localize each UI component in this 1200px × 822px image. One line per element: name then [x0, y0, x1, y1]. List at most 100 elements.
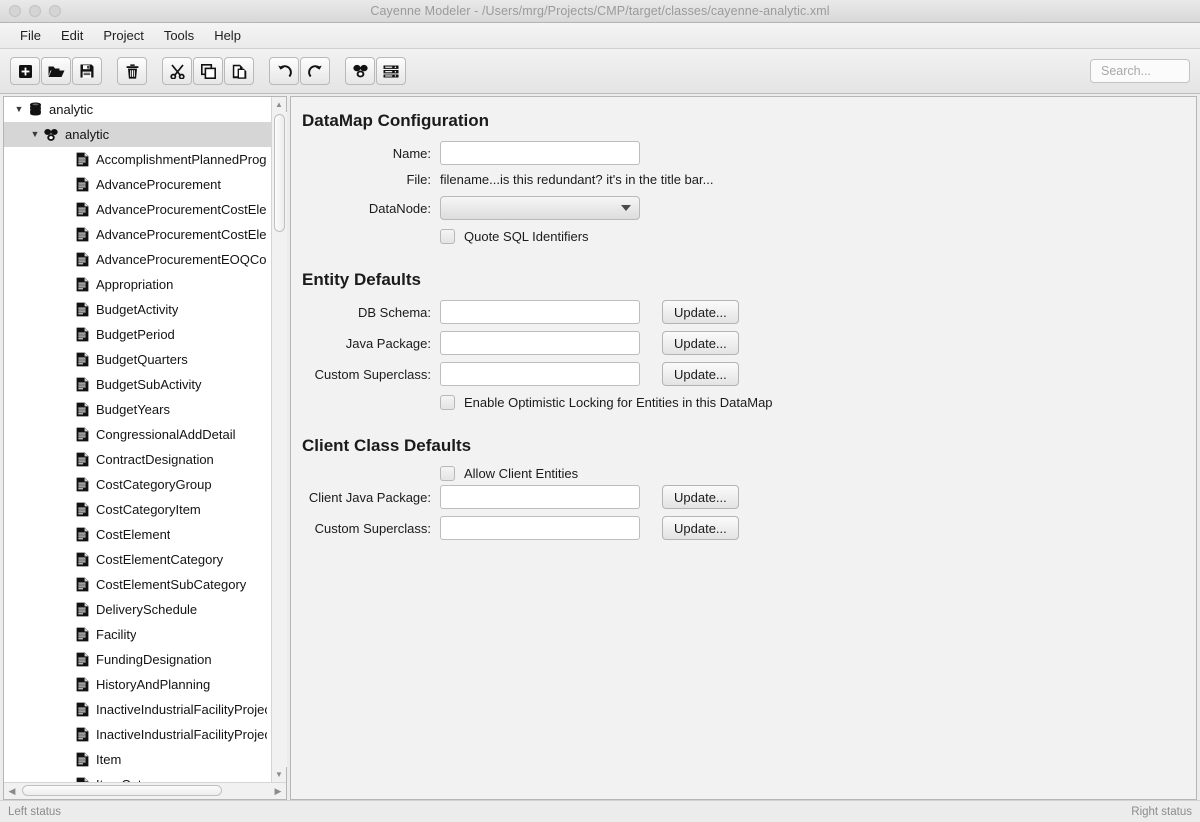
db-schema-field[interactable]	[440, 300, 640, 324]
search-input[interactable]	[1099, 63, 1181, 79]
java-package-update-button[interactable]: Update...	[662, 331, 739, 355]
menu-edit[interactable]: Edit	[51, 26, 93, 45]
cut-button[interactable]	[162, 57, 192, 85]
tree-node-label: FundingDesignation	[96, 652, 212, 667]
tree-node[interactable]: Item	[4, 747, 271, 772]
tree-node[interactable]: BudgetActivity	[4, 297, 271, 322]
open-button[interactable]	[41, 57, 71, 85]
tree-node[interactable]: ▼ analytic	[4, 122, 271, 147]
entity-defaults-title: Entity Defaults	[302, 270, 422, 289]
tree-node[interactable]: ContractDesignation	[4, 447, 271, 472]
tree-node[interactable]: AdvanceProcurementCostElementDetail	[4, 222, 271, 247]
tree-node[interactable]: CostElementCategory	[4, 547, 271, 572]
quote-sql-checkbox[interactable]	[440, 229, 455, 244]
redo-button[interactable]	[300, 57, 330, 85]
save-button[interactable]	[72, 57, 102, 85]
tree-node[interactable]: DeliverySchedule	[4, 597, 271, 622]
tree-node[interactable]: ItemCategory	[4, 772, 271, 782]
entity-icon	[73, 352, 91, 367]
tree-node[interactable]: CongressionalAddDetail	[4, 422, 271, 447]
custom-superclass-update-button[interactable]: Update...	[662, 362, 739, 386]
scroll-down-arrow-icon[interactable]: ▼	[272, 767, 287, 782]
copy-icon	[200, 63, 216, 79]
tree-node[interactable]: AdvanceProcurementEOQCost	[4, 247, 271, 272]
db-schema-update-button[interactable]: Update...	[662, 300, 739, 324]
paste-button[interactable]	[224, 57, 254, 85]
datanode-select[interactable]	[440, 196, 640, 220]
expand-collapse-toggle-icon[interactable]: ▼	[28, 130, 42, 139]
db-schema-input[interactable]	[441, 301, 639, 323]
tree-node[interactable]: ▼ analytic	[4, 97, 271, 122]
maximize-window-button[interactable]	[49, 5, 61, 17]
java-package-input[interactable]	[441, 332, 639, 354]
quote-sql-row[interactable]: Quote SQL Identifiers	[291, 229, 1196, 244]
tree-node[interactable]: BudgetYears	[4, 397, 271, 422]
menu-bar: File Edit Project Tools Help	[0, 23, 1200, 49]
copy-button[interactable]	[193, 57, 223, 85]
optimistic-locking-row[interactable]: Enable Optimistic Locking for Entities i…	[291, 395, 1196, 410]
new-button[interactable]	[10, 57, 40, 85]
tree-node[interactable]: InactiveIndustrialFacilityProjectDetail	[4, 722, 271, 747]
datamap-name-input[interactable]	[441, 142, 639, 164]
menu-tools[interactable]: Tools	[154, 26, 204, 45]
custom-superclass-field[interactable]	[440, 362, 640, 386]
scroll-up-arrow-icon[interactable]: ▲	[272, 97, 287, 112]
search-box[interactable]	[1090, 59, 1190, 83]
tree-vertical-scrollbar[interactable]: ▲ ▼	[271, 97, 287, 782]
tree-node[interactable]: CostCategoryItem	[4, 497, 271, 522]
tree-node[interactable]: HistoryAndPlanning	[4, 672, 271, 697]
horizontal-scroll-thumb[interactable]	[22, 785, 222, 796]
menu-file[interactable]: File	[10, 26, 51, 45]
horizontal-scroll-track[interactable]	[20, 783, 270, 799]
scissors-icon	[169, 63, 185, 79]
scroll-left-arrow-icon[interactable]: ◀	[4, 786, 20, 796]
delete-button[interactable]	[117, 57, 147, 85]
close-window-button[interactable]	[9, 5, 21, 17]
entity-icon	[73, 577, 91, 592]
vertical-scroll-track[interactable]	[271, 112, 287, 767]
minimize-window-button[interactable]	[29, 5, 41, 17]
scroll-right-arrow-icon[interactable]: ▶	[270, 786, 286, 796]
tree-node[interactable]: CostElement	[4, 522, 271, 547]
tree-node[interactable]: FundingDesignation	[4, 647, 271, 672]
expand-collapse-toggle-icon[interactable]: ▼	[12, 105, 26, 114]
allow-client-entities-row[interactable]: Allow Client Entities	[291, 466, 1196, 481]
client-java-package-update-button[interactable]: Update...	[662, 485, 739, 509]
tree-horizontal-scrollbar[interactable]: ◀ ▶	[4, 782, 286, 799]
tree-node-label: CostElementSubCategory	[96, 577, 247, 592]
datamap-detail-panel: DataMap Configuration Name: File: filena…	[290, 96, 1197, 800]
undo-button[interactable]	[269, 57, 299, 85]
tree-node[interactable]: BudgetSubActivity	[4, 372, 271, 397]
menu-project[interactable]: Project	[93, 26, 153, 45]
tree-node[interactable]: BudgetQuarters	[4, 347, 271, 372]
datamap-name-field[interactable]	[440, 141, 640, 165]
tree-node[interactable]: Appropriation	[4, 272, 271, 297]
client-java-package-row: Client Java Package: Update...	[291, 485, 1196, 509]
tree-node[interactable]: AdvanceProcurement	[4, 172, 271, 197]
tree-node[interactable]: AccomplishmentPlannedProgram	[4, 147, 271, 172]
create-datanode-button[interactable]	[376, 57, 406, 85]
optimistic-locking-checkbox[interactable]	[440, 395, 455, 410]
client-custom-superclass-update-button[interactable]: Update...	[662, 516, 739, 540]
allow-client-entities-checkbox[interactable]	[440, 466, 455, 481]
tree-node[interactable]: BudgetPeriod	[4, 322, 271, 347]
tree-node[interactable]: AdvanceProcurementCostElement	[4, 197, 271, 222]
tree-node-label: InactiveIndustrialFacilityProject	[96, 702, 267, 717]
tree-node[interactable]: CostCategoryGroup	[4, 472, 271, 497]
menu-help[interactable]: Help	[204, 26, 251, 45]
java-package-row: Java Package: Update...	[291, 331, 1196, 355]
vertical-scroll-thumb[interactable]	[273, 114, 285, 232]
client-java-package-input[interactable]	[441, 486, 639, 508]
create-datamap-button[interactable]	[345, 57, 375, 85]
client-custom-superclass-field[interactable]	[440, 516, 640, 540]
custom-superclass-input[interactable]	[441, 363, 639, 385]
tree-node[interactable]: CostElementSubCategory	[4, 572, 271, 597]
status-left: Left status	[8, 805, 62, 818]
client-java-package-field[interactable]	[440, 485, 640, 509]
tree-node[interactable]: Facility	[4, 622, 271, 647]
client-custom-superclass-input[interactable]	[441, 517, 639, 539]
tree-node-label: AccomplishmentPlannedProgram	[96, 152, 267, 167]
tree-node[interactable]: InactiveIndustrialFacilityProject	[4, 697, 271, 722]
java-package-field[interactable]	[440, 331, 640, 355]
project-tree[interactable]: ▼ analytic ▼ analytic AccomplishmentPlannedP…	[4, 97, 271, 782]
